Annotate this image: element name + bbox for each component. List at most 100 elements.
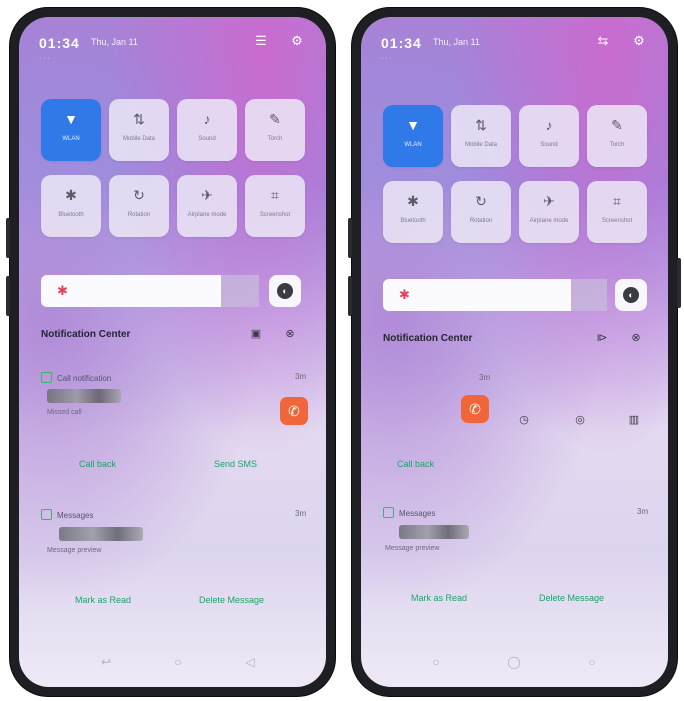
call-back-button[interactable]: Call back: [79, 459, 116, 469]
tile-sound[interactable]: ♪ Sound: [177, 99, 237, 161]
notification-time: 3m: [295, 509, 307, 518]
mobile-data-icon: ⇅: [475, 117, 487, 133]
volume-button: [348, 218, 352, 258]
notification-time: 3m: [295, 372, 307, 381]
rotation-icon: ↻: [475, 193, 487, 209]
call-back-button[interactable]: Call back: [397, 459, 434, 469]
tile-airplane[interactable]: ✈ Airplane mode: [519, 181, 579, 243]
tile-label: Bluetooth: [58, 212, 84, 218]
settings-gear-icon[interactable]: ⚙: [631, 33, 647, 49]
tile-torch[interactable]: ✎ Torch: [245, 99, 305, 161]
redacted-contact: [399, 525, 469, 539]
tile-label: WLAN: [62, 136, 80, 142]
tile-label: Sound: [198, 136, 216, 142]
auto-brightness-button[interactable]: ◐: [615, 279, 647, 311]
brightness-track[interactable]: [221, 275, 259, 307]
phone-call-icon[interactable]: ✆: [280, 397, 308, 425]
power-button: [6, 276, 10, 316]
tile-label: Screenshot: [601, 218, 633, 224]
date: Thu, Jan 11: [433, 37, 480, 47]
redacted-contact: [47, 389, 121, 403]
notification-app-name: Messages: [41, 509, 93, 520]
tile-rotation[interactable]: ↻ Rotation: [451, 181, 511, 243]
phone-call-icon[interactable]: ✆: [461, 395, 489, 423]
app-icon: [41, 372, 52, 383]
tile-label: Airplane mode: [187, 212, 227, 218]
tile-label: Rotation: [127, 212, 151, 218]
bluetooth-icon: ✱: [407, 193, 419, 209]
edit-tiles-icon[interactable]: ⇆: [595, 33, 611, 49]
tile-screenshot[interactable]: ⌗ Screenshot: [587, 181, 647, 243]
notification-time: 3m: [479, 373, 491, 382]
auto-brightness-icon: ◐: [277, 283, 293, 299]
app-icon: [41, 509, 52, 520]
redacted-contact: [59, 527, 143, 541]
send-sms-button[interactable]: Send SMS: [214, 459, 257, 469]
brightness-track[interactable]: [571, 279, 607, 311]
bluetooth-icon: ✱: [65, 187, 77, 203]
delete-message-button[interactable]: Delete Message: [539, 593, 604, 603]
tile-torch[interactable]: ✎ Torch: [587, 105, 647, 167]
torch-icon: ✎: [611, 117, 623, 133]
tile-sound[interactable]: ♪ Sound: [519, 105, 579, 167]
status-subline: · · ·: [39, 55, 50, 62]
mark-as-read-button[interactable]: Mark as Read: [411, 593, 467, 603]
mark-as-read-button[interactable]: Mark as Read: [75, 595, 131, 605]
notification-settings-icon[interactable]: ⧐: [595, 331, 609, 345]
home-nav-icon[interactable]: ○: [169, 655, 187, 669]
phone-right: 01:34 Thu, Jan 11 · · · ⇆ ⚙ ▼ WLAN ⇅ Mob…: [348, 8, 681, 696]
tile-label: Screenshot: [259, 212, 291, 218]
auto-brightness-button[interactable]: ◐: [269, 275, 301, 307]
sound-icon: ♪: [545, 117, 553, 133]
message-icon[interactable]: ◎: [573, 413, 587, 427]
screen-right: 01:34 Thu, Jan 11 · · · ⇆ ⚙ ▼ WLAN ⇅ Mob…: [361, 17, 668, 687]
clear-all-icon[interactable]: ⊗: [629, 331, 643, 345]
tile-airplane[interactable]: ✈ Airplane mode: [177, 175, 237, 237]
reminder-icon[interactable]: ◷: [517, 413, 531, 427]
tile-mobile-data[interactable]: ⇅ Mobile Data: [109, 99, 169, 161]
recents-nav-icon[interactable]: ○: [583, 655, 601, 669]
tile-wlan[interactable]: ▼ WLAN: [383, 105, 443, 167]
tile-label: Airplane mode: [529, 218, 569, 224]
notification-time: 3m: [637, 507, 649, 516]
date: Thu, Jan 11: [91, 37, 138, 47]
tile-wlan[interactable]: ▼ WLAN: [41, 99, 101, 161]
tile-rotation[interactable]: ↻ Rotation: [109, 175, 169, 237]
app-name: Messages: [57, 511, 94, 520]
notification-app-name: Call notification: [41, 372, 111, 383]
airplane-icon: ✈: [201, 187, 213, 203]
tile-screenshot[interactable]: ⌗ Screenshot: [245, 175, 305, 237]
brightness-slider[interactable]: ✱: [383, 279, 571, 311]
tile-label: Mobile Data: [464, 142, 497, 148]
notification-text: Message preview: [47, 547, 102, 554]
wifi-icon: ▼: [406, 117, 420, 133]
home-nav-icon[interactable]: ◯: [505, 655, 523, 669]
tile-bluetooth[interactable]: ✱ Bluetooth: [41, 175, 101, 237]
app-icon: [383, 507, 394, 518]
back-nav-icon[interactable]: ○: [427, 655, 445, 669]
screen-left: 01:34 Thu, Jan 11 · · · ☰ ⚙ ▼ WLAN ⇅ Mob…: [19, 17, 326, 687]
tile-mobile-data[interactable]: ⇅ Mobile Data: [451, 105, 511, 167]
edit-tiles-icon[interactable]: ☰: [253, 33, 269, 49]
tile-bluetooth[interactable]: ✱ Bluetooth: [383, 181, 443, 243]
delete-icon[interactable]: ▥: [627, 413, 641, 427]
notification-settings-icon[interactable]: ▣: [249, 327, 263, 341]
volume-button: [6, 218, 10, 258]
recents-nav-icon[interactable]: ◁: [241, 655, 259, 669]
mobile-data-icon: ⇅: [133, 111, 145, 127]
brightness-icon: ✱: [399, 287, 410, 302]
power-button: [348, 276, 352, 316]
status-bar: 01:34 Thu, Jan 11 · · · ☰ ⚙: [39, 33, 308, 63]
settings-gear-icon[interactable]: ⚙: [289, 33, 305, 49]
brightness-slider[interactable]: ✱: [41, 275, 221, 307]
back-nav-icon[interactable]: ↩: [97, 655, 115, 669]
delete-message-button[interactable]: Delete Message: [199, 595, 264, 605]
clear-all-icon[interactable]: ⊗: [283, 327, 297, 341]
tile-label: Rotation: [469, 218, 493, 224]
tile-label: Torch: [609, 142, 625, 148]
clock: 01:34: [39, 35, 80, 51]
notification-center-title: Notification Center: [383, 333, 473, 344]
screenshot-icon: ⌗: [613, 193, 621, 209]
brightness-icon: ✱: [57, 283, 68, 298]
notification-text: Missed call: [47, 409, 82, 416]
